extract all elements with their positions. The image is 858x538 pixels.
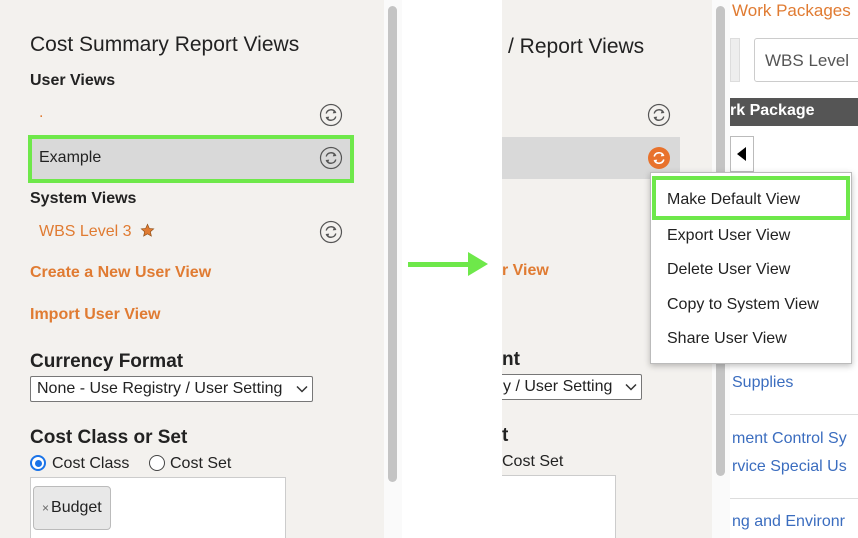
scrollbar-thumb[interactable]: [388, 6, 397, 482]
page-title-partial: / Report Views: [508, 35, 645, 58]
refresh-icon[interactable]: [319, 220, 343, 244]
currency-format-select[interactable]: y / User Setting: [502, 374, 642, 400]
highlight-box: [652, 176, 850, 220]
cost-class-radio[interactable]: [30, 455, 46, 471]
system-view-label: WBS Level 3: [39, 223, 132, 240]
cost-set-label-partial: Cost Set: [502, 453, 564, 470]
menu-item-share[interactable]: Share User View: [667, 330, 787, 348]
cost-class-header: Cost Class or Set: [30, 427, 188, 448]
arrow-head: [468, 252, 488, 276]
cost-class-header-partial: t: [502, 425, 509, 446]
create-user-view-link[interactable]: Create a New User View: [30, 264, 211, 282]
budget-chip[interactable]: × Budget: [33, 486, 111, 530]
currency-format-value-partial: y / User Setting: [503, 378, 613, 395]
highlight-box: [28, 135, 354, 183]
chevron-left-icon: [737, 147, 746, 161]
chevron-down-icon: [296, 385, 308, 393]
refresh-icon-active[interactable]: [647, 146, 671, 170]
row-divider: [730, 414, 858, 415]
left-panel: Cost Summary Report Views User Views . E…: [0, 0, 384, 538]
toolbar-block: [730, 38, 740, 82]
cost-set-label: Cost Set: [170, 455, 232, 472]
currency-format-select[interactable]: None - Use Registry / User Setting: [30, 376, 313, 402]
create-user-view-link-partial[interactable]: r View: [502, 262, 549, 280]
import-user-view-link[interactable]: Import User View: [30, 306, 160, 324]
menu-item-copy-to-system[interactable]: Copy to System View: [667, 296, 819, 314]
menu-item-delete[interactable]: Delete User View: [667, 261, 790, 279]
grid-header: rk Package: [730, 98, 858, 126]
grid-row[interactable]: rvice Special Us: [732, 458, 847, 476]
cost-set-radio[interactable]: [149, 455, 165, 471]
left-scrollbar[interactable]: [384, 0, 402, 538]
chevron-down-icon: [625, 383, 637, 391]
grid-row[interactable]: ng and Environr: [732, 513, 845, 531]
refresh-icon[interactable]: [319, 103, 343, 127]
menu-item-export[interactable]: Export User View: [667, 227, 790, 245]
currency-format-value: None - Use Registry / User Setting: [37, 380, 283, 397]
currency-format-header: Currency Format: [30, 351, 184, 372]
transition-arrow: [408, 262, 474, 267]
system-view-item[interactable]: WBS Level 3: [39, 223, 155, 241]
currency-format-header-partial: nt: [502, 349, 520, 370]
user-view-item-dot[interactable]: .: [39, 104, 43, 122]
grid-row[interactable]: ment Control Sy: [732, 430, 847, 448]
refresh-icon[interactable]: [647, 103, 671, 127]
cost-class-label: Cost Class: [52, 455, 130, 472]
chip-label: Budget: [51, 499, 102, 516]
work-packages-title: Work Packages: [732, 1, 851, 20]
user-views-header: User Views: [30, 72, 116, 89]
system-views-header: System Views: [30, 190, 137, 207]
star-icon: [140, 223, 155, 237]
wbs-level-select[interactable]: WBS Level: [754, 38, 858, 82]
grid-row[interactable]: Supplies: [732, 374, 793, 392]
page-title: Cost Summary Report Views: [30, 33, 300, 56]
cost-class-multiselect[interactable]: [502, 475, 616, 538]
chip-remove-icon[interactable]: ×: [42, 501, 49, 515]
row-divider: [730, 498, 858, 499]
collapse-button[interactable]: [730, 136, 754, 172]
